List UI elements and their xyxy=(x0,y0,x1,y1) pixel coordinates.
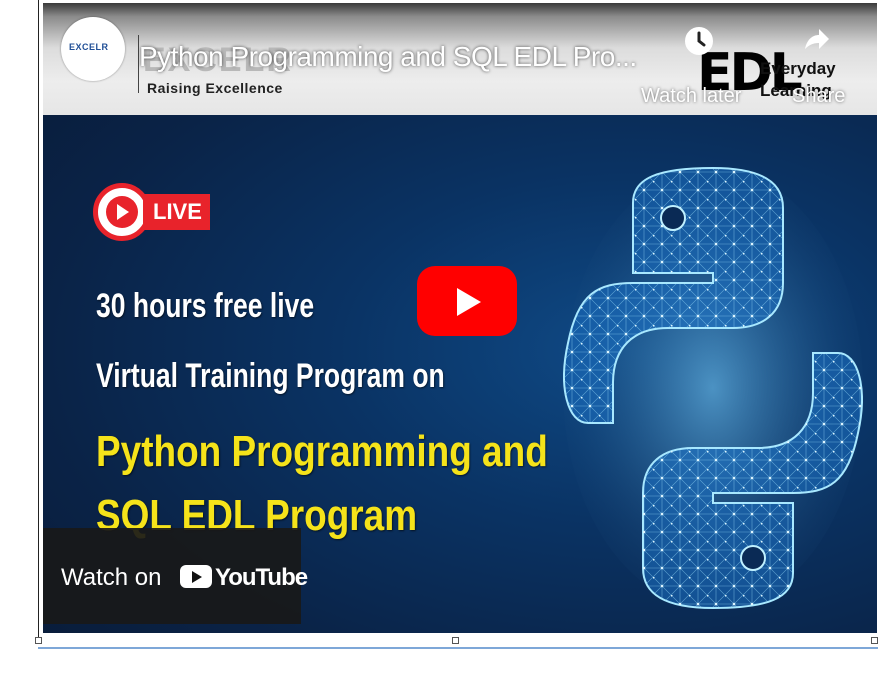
brand-tagline: Raising Excellence xyxy=(147,80,283,96)
python-logo-icon xyxy=(563,166,863,610)
youtube-logo-icon xyxy=(180,565,212,588)
play-icon xyxy=(457,288,481,316)
play-button[interactable] xyxy=(417,266,517,336)
frame-left-border xyxy=(38,0,39,640)
share-button[interactable]: Share xyxy=(792,85,845,108)
clock-icon[interactable] xyxy=(683,25,715,57)
channel-avatar[interactable]: EXCELR xyxy=(61,17,125,81)
edl-logo-line1: Everyday xyxy=(760,59,836,78)
youtube-embed-player[interactable]: EXCELR EXCELR Raising Excellence Python … xyxy=(43,3,877,633)
live-label: LIVE xyxy=(143,194,210,230)
share-icon[interactable] xyxy=(801,25,831,55)
frame-bottom-rule xyxy=(38,647,878,649)
resize-handle-bottom-right[interactable] xyxy=(871,637,878,644)
resize-handle-bottom-center[interactable] xyxy=(452,637,459,644)
channel-avatar-text: EXCELR xyxy=(69,42,109,52)
watch-on-label: Watch on xyxy=(61,564,162,591)
page: EXCELR EXCELR Raising Excellence Python … xyxy=(0,0,883,678)
headline-line-2: Virtual Training Program on xyxy=(96,357,445,395)
watch-later-button[interactable]: Watch later xyxy=(641,85,741,108)
video-title-link[interactable]: Python Programming and SQL EDL Pro... xyxy=(139,41,637,73)
headline-line-1: 30 hours free live xyxy=(96,287,315,325)
headline-line-3: Python Programming and xyxy=(96,427,548,476)
youtube-wordmark: YouTube xyxy=(215,564,308,591)
live-play-icon xyxy=(106,196,138,228)
watch-on-youtube-button[interactable]: Watch on YouTube xyxy=(43,528,308,624)
resize-handle-bottom-left[interactable] xyxy=(35,637,42,644)
